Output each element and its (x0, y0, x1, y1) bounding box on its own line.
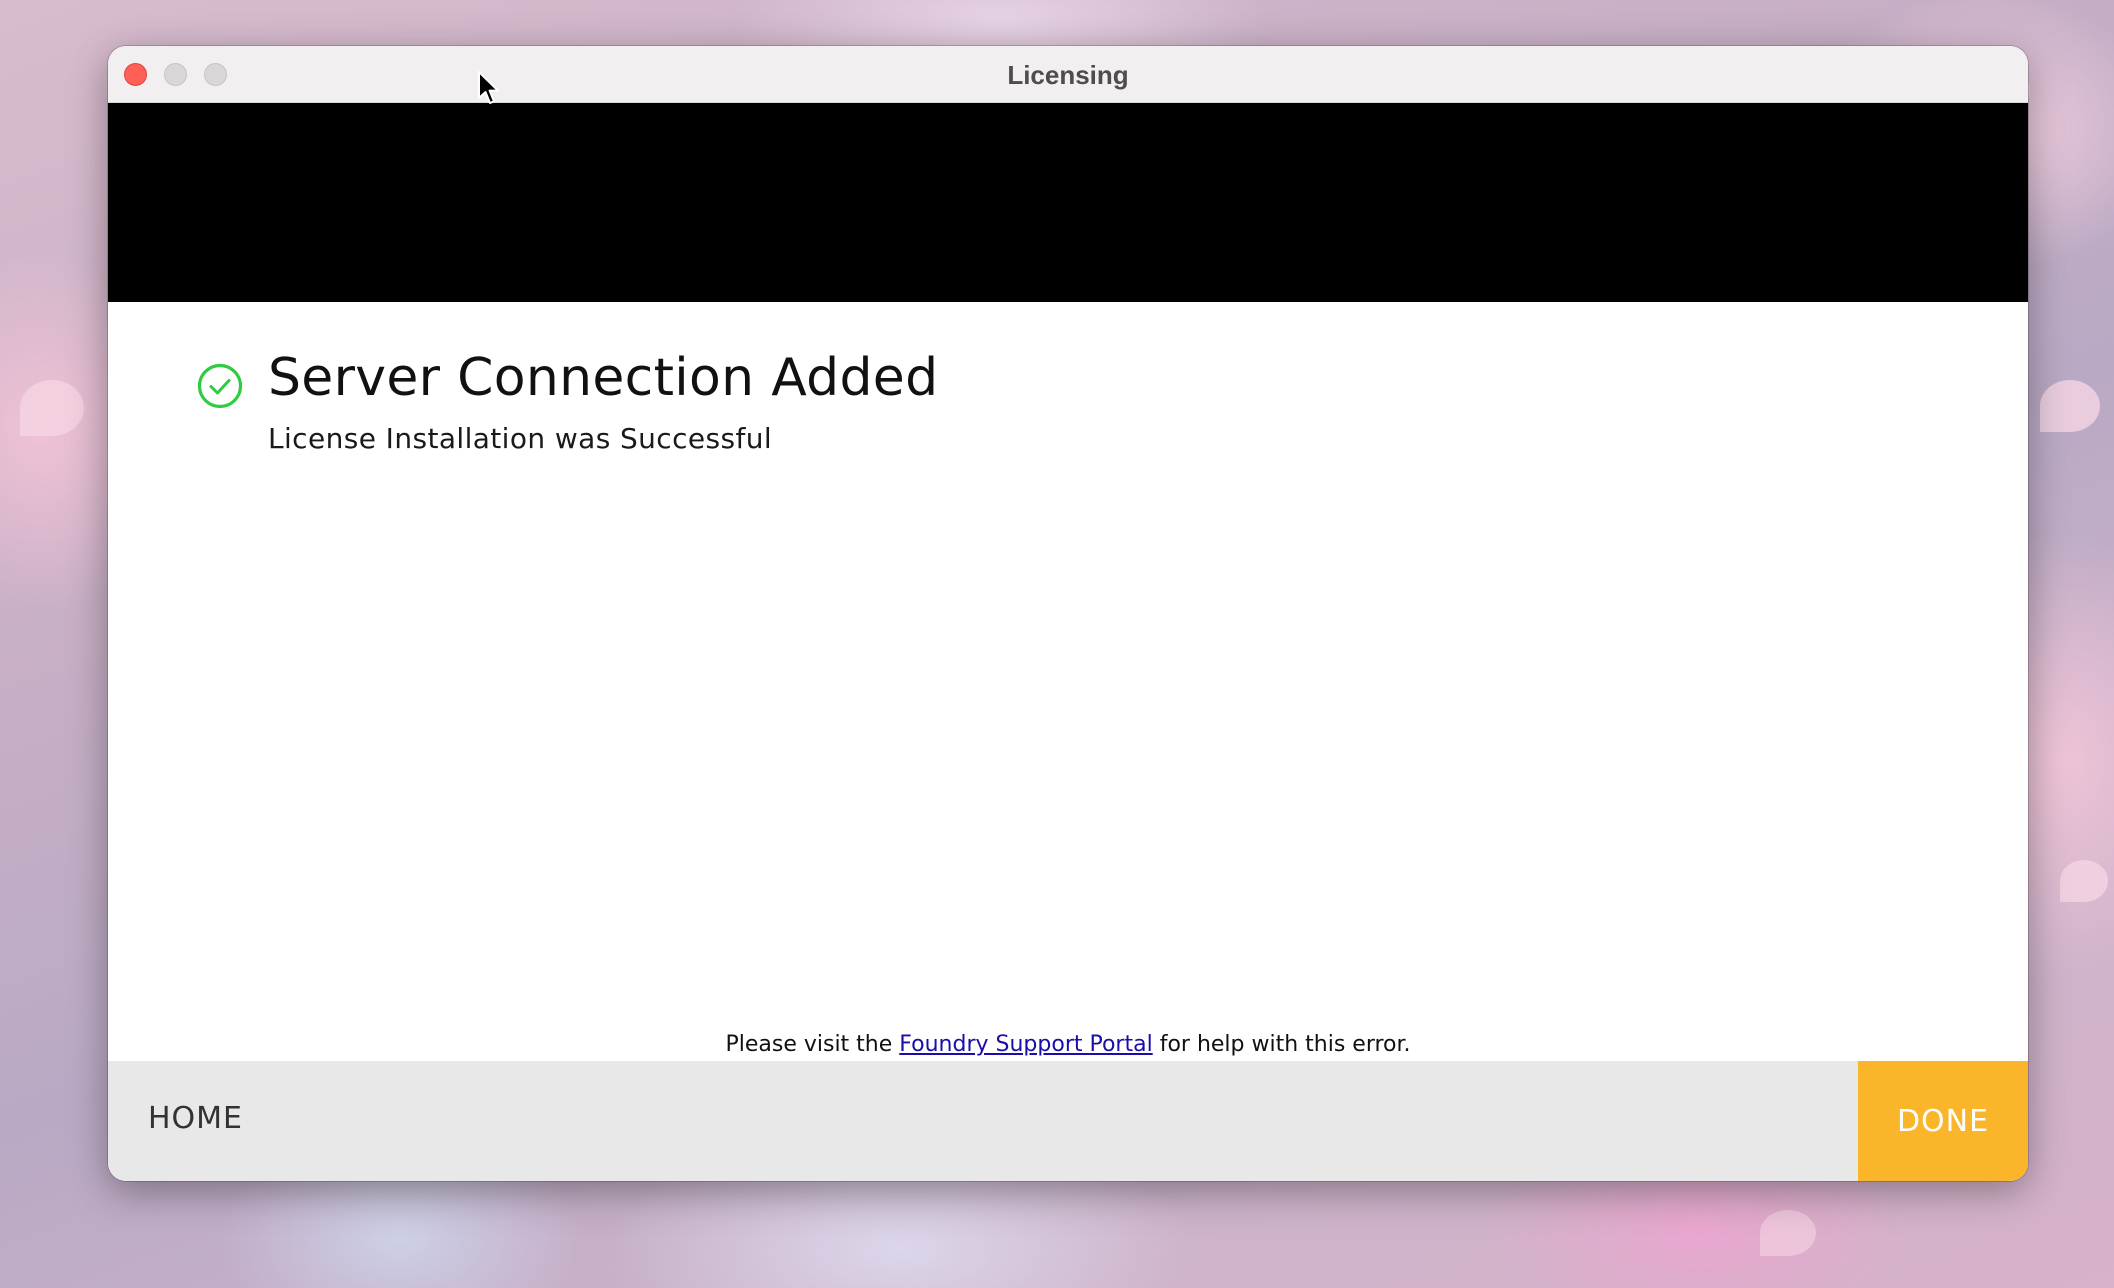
title-bar: Licensing (108, 46, 2028, 103)
done-button[interactable]: DONE (1858, 1061, 2028, 1181)
check-circle-icon (197, 363, 243, 409)
foundry-support-portal-link[interactable]: Foundry Support Portal (899, 1032, 1152, 1057)
wallpaper-petal (2060, 860, 2108, 902)
wallpaper-petal (2040, 380, 2100, 432)
help-suffix: for help with this error. (1152, 1032, 1411, 1057)
footer-bar: HOME DONE (108, 1061, 2028, 1181)
wallpaper-petal (20, 380, 84, 436)
wallpaper-petal (1760, 1210, 1816, 1256)
status-headline: Server Connection Added (268, 348, 939, 408)
help-prefix: Please visit the (725, 1032, 900, 1057)
window-title: Licensing (1007, 60, 1129, 90)
home-button[interactable]: HOME (148, 1101, 243, 1136)
status-subline: License Installation was Successful (268, 422, 773, 455)
mouse-pointer-icon (478, 71, 499, 104)
licensing-window: Licensing Server Connection Added Licens… (108, 46, 2028, 1181)
header-banner (108, 103, 2028, 302)
help-message: Please visit the Foundry Support Portal … (108, 1032, 2028, 1057)
